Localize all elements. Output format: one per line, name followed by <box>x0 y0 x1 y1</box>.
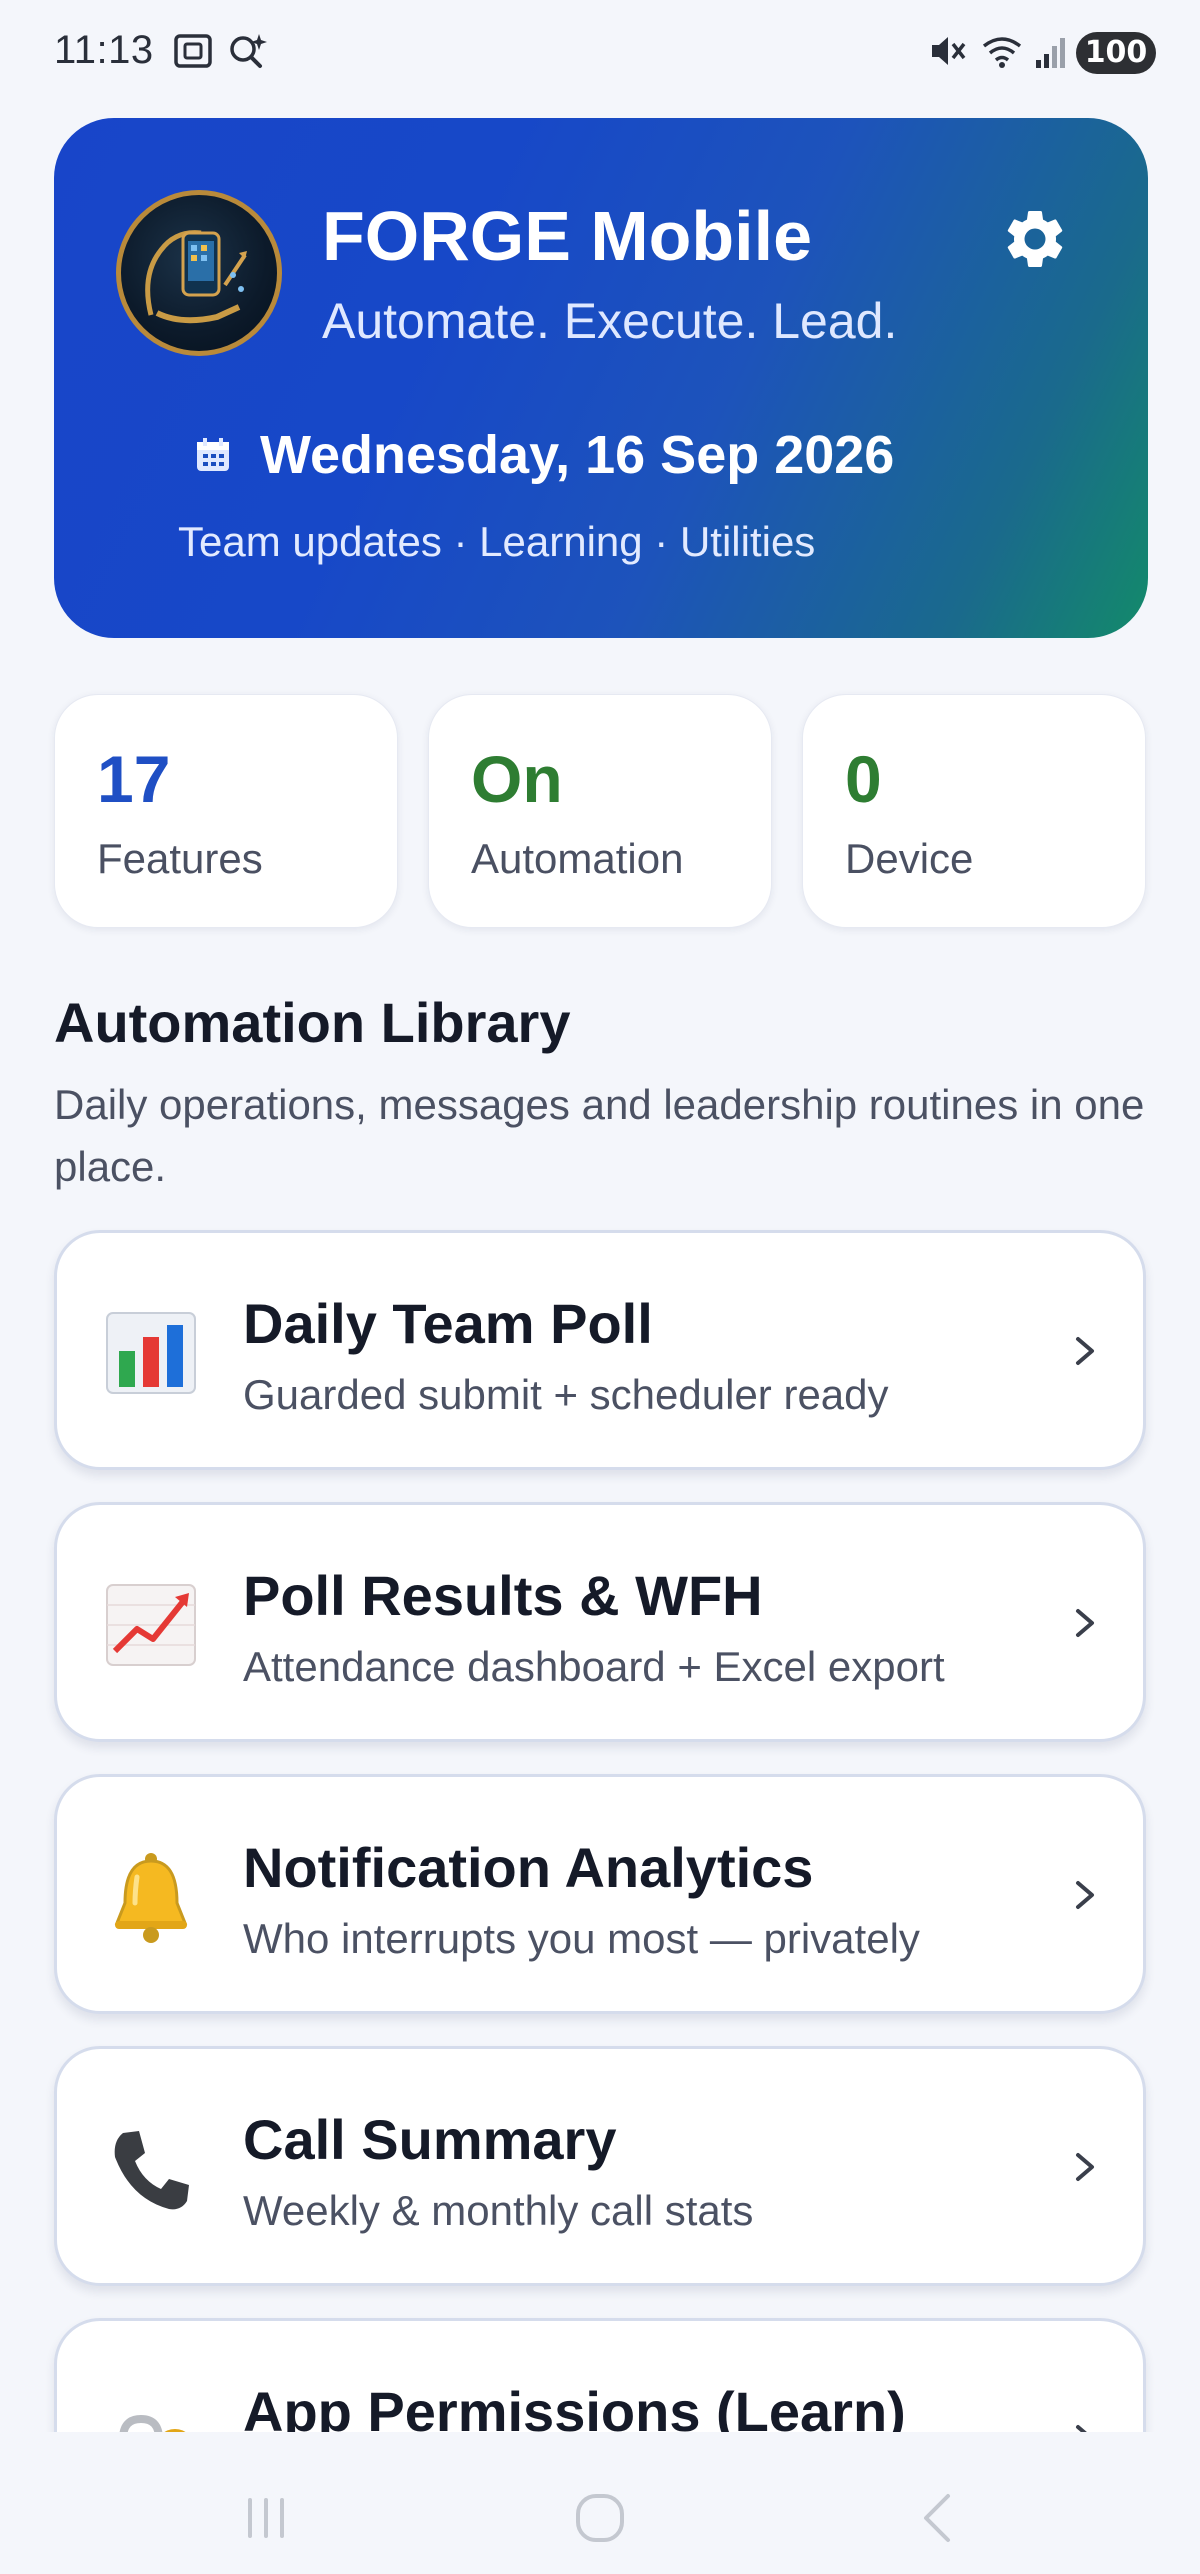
current-date: Wednesday, 16 Sep 2026 <box>260 425 895 485</box>
screenshot-icon <box>172 30 214 77</box>
hero-card: FORGE Mobile Automate. Execute. Lead. We… <box>54 118 1148 638</box>
stat-label: Device <box>845 835 974 882</box>
recent-apps-icon[interactable] <box>236 2488 296 2548</box>
stat-value: On <box>471 742 563 816</box>
feature-card-call-summary[interactable]: Call Summary Weekly & monthly call stats <box>54 2046 1146 2286</box>
feature-card-poll-results[interactable]: Poll Results & WFH Attendance dashboard … <box>54 1502 1146 1742</box>
chevron-right-icon <box>1073 1873 1099 1917</box>
stat-card-device: 0 Device <box>802 694 1146 928</box>
stat-card-features: 17 Features <box>54 694 398 928</box>
card-title: Notification Analytics <box>243 1836 814 1899</box>
trending-up-icon <box>101 1575 201 1675</box>
feature-card-notification-analytics[interactable]: Notification Analytics Who interrupts yo… <box>54 1774 1146 2014</box>
wifi-icon <box>980 30 1024 77</box>
system-nav-bar <box>0 2468 1200 2568</box>
app-title: FORGE Mobile <box>322 197 812 275</box>
chevron-right-icon <box>1073 1601 1099 1645</box>
card-subtitle: Guarded submit + scheduler ready <box>243 1371 889 1418</box>
stat-value: 0 <box>845 742 882 816</box>
bar-chart-icon <box>101 1303 201 1403</box>
phone-icon <box>101 2119 201 2219</box>
section-title: Automation Library <box>54 991 571 1054</box>
signal-icon <box>1034 30 1068 77</box>
card-subtitle: Who interrupts you most — privately <box>243 1915 920 1962</box>
hero-subtitle: Team updates · Learning · Utilities <box>178 518 816 565</box>
stat-label: Features <box>97 835 263 882</box>
stat-card-automation: On Automation <box>428 694 772 928</box>
card-title: Daily Team Poll <box>243 1292 653 1355</box>
section-description: Daily operations, messages and leadershi… <box>54 1081 1145 1190</box>
status-time: 11:13 <box>54 28 154 72</box>
card-title: Poll Results & WFH <box>243 1564 763 1627</box>
feature-card-daily-team-poll[interactable]: Daily Team Poll Guarded submit + schedul… <box>54 1230 1146 1470</box>
card-subtitle: Attendance dashboard + Excel export <box>243 1643 945 1690</box>
chevron-right-icon <box>1073 2145 1099 2189</box>
card-title: Call Summary <box>243 2108 617 2171</box>
calendar-icon <box>194 436 232 474</box>
stat-label: Automation <box>471 835 684 882</box>
app-screen: 11:13 100 FORGE Mobile Automate. Execute… <box>0 0 1200 2574</box>
bell-icon <box>101 1847 201 1947</box>
app-tagline: Automate. Execute. Lead. <box>322 293 898 349</box>
app-logo <box>116 190 282 356</box>
stat-value: 17 <box>97 742 171 816</box>
home-icon[interactable] <box>570 2488 630 2548</box>
settings-gear-icon[interactable] <box>1000 204 1070 274</box>
card-subtitle: Weekly & monthly call stats <box>243 2187 754 2234</box>
battery-indicator: 100 <box>1076 32 1156 74</box>
status-bar: 11:13 100 <box>0 0 1200 110</box>
back-icon[interactable] <box>908 2488 968 2548</box>
search-sparkle-icon <box>226 30 270 77</box>
mute-icon <box>928 30 968 77</box>
chevron-right-icon <box>1073 1329 1099 1373</box>
